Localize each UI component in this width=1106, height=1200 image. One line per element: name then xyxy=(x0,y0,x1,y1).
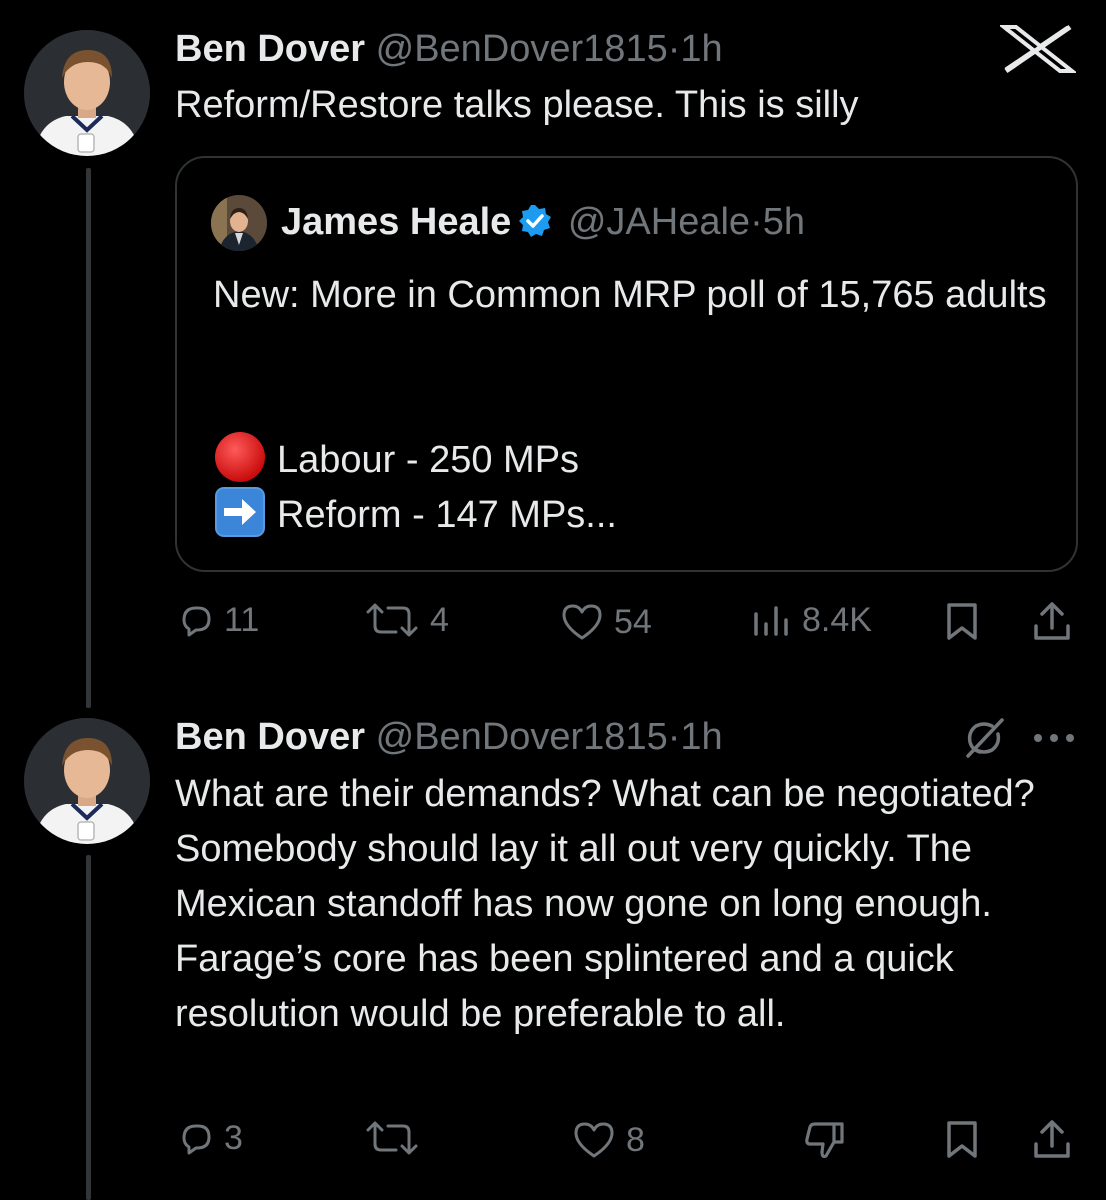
repost-button[interactable]: 4 xyxy=(362,600,449,640)
downvote-button[interactable] xyxy=(800,1118,848,1162)
tweet-header: Ben Dover @BenDover1815·1h xyxy=(175,26,723,72)
author-handle[interactable]: @BenDover1815 xyxy=(376,28,668,70)
reply-icon xyxy=(182,606,211,637)
like-count: 8 xyxy=(626,1120,645,1159)
quote-line-text: Labour - 250 MPs xyxy=(277,439,580,481)
share-button[interactable] xyxy=(1030,1118,1074,1162)
repost-button[interactable] xyxy=(362,1118,422,1158)
like-button[interactable]: 8 xyxy=(570,1118,645,1162)
reply-icon xyxy=(182,1124,211,1155)
thread-line-bottom xyxy=(86,855,91,1200)
reply-button[interactable]: 3 xyxy=(176,1118,243,1158)
separator: · xyxy=(667,28,681,70)
views-count: 8.4K xyxy=(802,600,872,639)
grok-icon[interactable] xyxy=(962,716,1006,765)
more-options-icon[interactable] xyxy=(1032,730,1076,751)
timestamp[interactable]: 1h xyxy=(680,716,722,758)
views-icon xyxy=(754,606,788,636)
avatar[interactable] xyxy=(24,718,150,844)
bookmark-icon xyxy=(947,1121,977,1158)
author-handle[interactable]: @BenDover1815 xyxy=(376,716,668,758)
bookmark-icon xyxy=(947,603,977,640)
right-arrow-icon xyxy=(213,485,267,539)
share-button[interactable] xyxy=(1030,600,1074,644)
verified-badge-icon xyxy=(517,203,553,251)
quote-line: Reform - 147 MPs... xyxy=(213,485,617,543)
quote-author-handle[interactable]: @JAHeale xyxy=(568,201,750,243)
tweet-header: Ben Dover @BenDover1815·1h xyxy=(175,714,723,760)
reply-button[interactable]: 11 xyxy=(176,600,259,640)
repost-icon xyxy=(366,603,418,637)
avatar[interactable] xyxy=(24,30,150,156)
like-button[interactable]: 54 xyxy=(558,600,652,644)
author-name[interactable]: Ben Dover xyxy=(175,716,365,758)
red-circle-icon xyxy=(213,430,267,484)
quote-line-text: Reform - 147 MPs... xyxy=(277,494,617,536)
separator: · xyxy=(750,201,763,243)
thread-line-top xyxy=(86,168,91,708)
bookmark-button[interactable] xyxy=(942,600,982,644)
heart-icon xyxy=(574,1122,614,1158)
heart-icon xyxy=(562,604,602,640)
quote-tweet-card[interactable]: James Heale @JAHeale·5h New: More in Com… xyxy=(175,156,1078,572)
quote-avatar xyxy=(211,195,267,251)
views-button[interactable]: 8.4K xyxy=(750,600,872,640)
share-icon xyxy=(1034,602,1070,640)
reply-count: 11 xyxy=(224,600,260,639)
quote-line: Labour - 250 MPs xyxy=(213,430,579,488)
quote-timestamp[interactable]: 5h xyxy=(763,201,805,243)
bookmark-button[interactable] xyxy=(942,1118,982,1162)
tweet-text: Reform/Restore talks please. This is sil… xyxy=(175,84,859,126)
timestamp[interactable]: 1h xyxy=(680,28,722,70)
share-icon xyxy=(1034,1120,1070,1158)
tweet-text: What are their demands? What can be nego… xyxy=(175,773,1035,1035)
like-count: 54 xyxy=(614,602,652,641)
thumbs-down-icon xyxy=(805,1122,844,1159)
repost-count: 4 xyxy=(430,600,449,639)
quote-author-name[interactable]: James Heale xyxy=(281,201,511,243)
x-logo-icon[interactable] xyxy=(998,24,1078,79)
repost-icon xyxy=(366,1121,418,1155)
separator: · xyxy=(667,716,681,758)
author-name[interactable]: Ben Dover xyxy=(175,28,365,70)
reply-count: 3 xyxy=(224,1118,243,1157)
quote-header: James Heale @JAHeale·5h xyxy=(281,198,805,251)
quote-text: New: More in Common MRP poll of 15,765 a… xyxy=(213,274,1047,316)
